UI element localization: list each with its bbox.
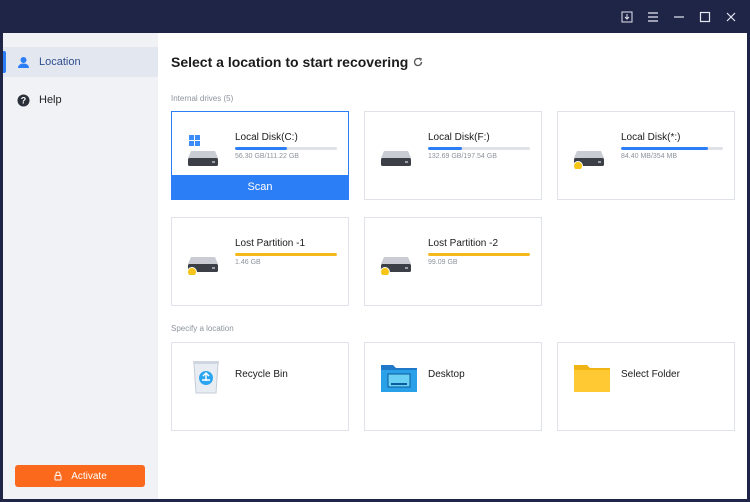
minimize-icon[interactable]	[670, 8, 688, 26]
windows-drive-icon	[186, 133, 222, 169]
download-icon[interactable]	[618, 8, 636, 26]
main-panel: Select a location to start recovering In…	[158, 33, 747, 499]
recycle-bin-icon	[186, 357, 226, 397]
drive-size: 56.30 GB/111.22 GB	[235, 153, 299, 160]
drive-name: Lost Partition -2	[428, 238, 499, 249]
drive-name: Lost Partition -1	[235, 238, 306, 249]
drive-warning-icon	[186, 239, 222, 277]
specify-location-label: Specify a location	[171, 324, 234, 333]
drive-card-lost-2[interactable]: Lost Partition -2 99.09 GB	[364, 217, 542, 306]
refresh-icon[interactable]	[413, 57, 424, 68]
sidebar-item-help[interactable]: ? Help	[3, 85, 158, 115]
help-icon: ?	[16, 93, 30, 107]
usage-bar	[235, 253, 337, 256]
usage-bar-fill	[235, 253, 337, 256]
sidebar-item-location[interactable]: Location	[3, 47, 158, 77]
drive-warning-icon	[379, 239, 415, 277]
drive-card-f[interactable]: Local Disk(F:) 132.69 GB/197.54 GB	[364, 111, 542, 200]
menu-icon[interactable]	[644, 8, 662, 26]
drive-size: 132.69 GB/197.54 GB	[428, 153, 497, 160]
usage-bar-fill	[235, 147, 288, 150]
activate-button[interactable]: Activate	[15, 465, 145, 487]
internal-drives-label: Internal drives (5)	[171, 94, 234, 103]
app-window: Location ? Help Activate Select a locati…	[0, 0, 750, 502]
drive-card-c[interactable]: Local Disk(C:) 56.30 GB/111.22 GB Scan	[171, 111, 349, 200]
drive-name: Local Disk(C:)	[235, 132, 298, 143]
drive-card-lost-1[interactable]: Lost Partition -1 1.46 GB	[171, 217, 349, 306]
drive-name: Local Disk(*:)	[621, 132, 681, 143]
location-label: Desktop	[428, 369, 465, 380]
usage-bar-fill	[428, 253, 530, 256]
sidebar-item-label: Help	[39, 94, 62, 106]
title-bar	[0, 0, 750, 33]
maximize-icon[interactable]	[696, 8, 714, 26]
usage-bar	[428, 147, 530, 150]
svg-text:?: ?	[20, 95, 26, 105]
usage-bar	[428, 253, 530, 256]
page-title-text: Select a location to start recovering	[171, 54, 409, 70]
location-card-desktop[interactable]: Desktop	[364, 342, 542, 431]
scan-button[interactable]: Scan	[172, 175, 348, 199]
location-icon	[16, 55, 30, 69]
sidebar-item-label: Location	[39, 56, 81, 68]
sidebar: Location ? Help Activate	[3, 33, 158, 499]
drive-size: 84.40 MB/354 MB	[621, 153, 678, 160]
location-card-select-folder[interactable]: Select Folder	[557, 342, 735, 431]
usage-bar	[621, 147, 723, 150]
client-area: Location ? Help Activate Select a locati…	[3, 33, 747, 499]
location-label: Recycle Bin	[235, 369, 288, 380]
drive-card-star[interactable]: Local Disk(*:) 84.40 MB/354 MB	[557, 111, 735, 200]
location-card-recycle-bin[interactable]: Recycle Bin	[171, 342, 349, 431]
usage-bar-fill	[428, 147, 462, 150]
usage-bar	[235, 147, 337, 150]
activate-label: Activate	[71, 470, 107, 482]
page-title: Select a location to start recovering	[171, 54, 424, 70]
desktop-folder-icon	[379, 357, 419, 397]
close-icon[interactable]	[722, 8, 740, 26]
usage-bar-fill	[621, 147, 708, 150]
drive-icon	[379, 133, 415, 169]
drive-name: Local Disk(F:)	[428, 132, 490, 143]
lock-icon	[54, 471, 62, 481]
drive-warning-icon	[572, 133, 608, 171]
drive-size: 1.46 GB	[235, 259, 261, 266]
location-label: Select Folder	[621, 369, 680, 380]
drive-size: 99.09 GB	[428, 259, 458, 266]
folder-icon	[572, 357, 612, 397]
